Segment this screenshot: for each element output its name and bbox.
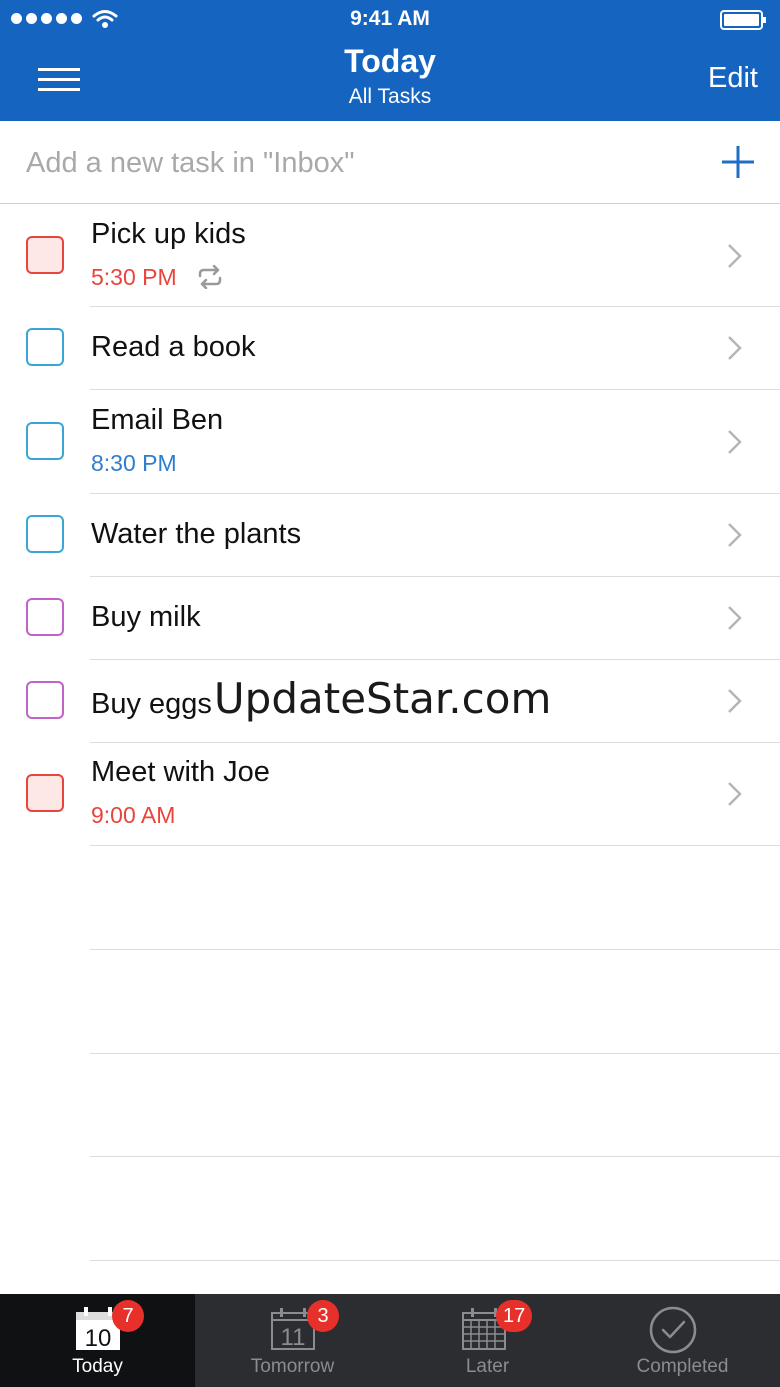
task-row[interactable]: Meet with Joe 9:00 AM: [0, 743, 780, 846]
task-row[interactable]: Water the plants: [0, 494, 780, 577]
empty-row-divider: [90, 1260, 780, 1261]
task-title: Buy eggsUpdateStar.com: [91, 674, 551, 723]
edit-button[interactable]: Edit: [708, 62, 758, 95]
task-checkbox[interactable]: [26, 598, 64, 636]
tab-tomorrow[interactable]: 11 3 Tomorrow: [195, 1294, 390, 1387]
task-checkbox[interactable]: [26, 422, 64, 460]
tab-label: Completed: [636, 1356, 729, 1377]
page-title: Today: [344, 43, 436, 79]
task-checkbox[interactable]: [26, 681, 64, 719]
status-bar: 9:41 AM: [0, 0, 780, 40]
chevron-right-icon: [728, 244, 742, 268]
task-checkbox[interactable]: [26, 236, 64, 274]
task-title: Meet with Joe: [91, 756, 270, 788]
tab-label: Today: [72, 1356, 123, 1377]
task-row[interactable]: Buy milk: [0, 577, 780, 660]
chevron-right-icon: [728, 430, 742, 454]
tab-badge: 17: [496, 1300, 533, 1332]
task-due-time: 8:30 PM: [91, 450, 177, 476]
task-title: Water the plants: [91, 518, 302, 550]
task-row[interactable]: Read a book: [0, 307, 780, 390]
header-title-group[interactable]: Today All Tasks: [0, 42, 780, 114]
chevron-right-icon: [728, 782, 742, 806]
status-time: 9:41 AM: [350, 7, 430, 30]
chevron-right-icon: [728, 336, 742, 360]
add-task-input[interactable]: [26, 141, 686, 185]
chevron-right-icon: [728, 606, 742, 630]
task-title: Buy milk: [91, 601, 201, 633]
tab-badge: 3: [307, 1300, 339, 1332]
tab-label: Tomorrow: [250, 1356, 335, 1377]
tab-later[interactable]: 17 Later: [390, 1294, 585, 1387]
empty-row-divider: [90, 1053, 780, 1054]
tab-completed[interactable]: Completed: [585, 1294, 780, 1387]
tab-bar: 10 7 Today 11 3 Tomorrow 17 Later Comple…: [0, 1294, 780, 1387]
battery-icon: [720, 10, 766, 30]
task-title: Pick up kids: [91, 218, 246, 250]
task-row[interactable]: Pick up kids 5:30 PM: [0, 204, 780, 307]
add-task-plus-icon[interactable]: [718, 142, 758, 182]
tab-label: Later: [465, 1356, 510, 1377]
calendar-tomorrow-number: 11: [281, 1324, 306, 1351]
tab-badge: 7: [112, 1300, 144, 1332]
task-title-text: Buy eggs: [91, 688, 212, 720]
task-title: Email Ben: [91, 404, 224, 436]
task-row[interactable]: Buy eggsUpdateStar.com: [0, 660, 780, 743]
add-task-row: [0, 121, 780, 204]
task-title: Read a book: [91, 331, 256, 363]
task-checkbox[interactable]: [26, 515, 64, 553]
page-subtitle: All Tasks: [348, 85, 432, 108]
chevron-right-icon: [728, 523, 742, 547]
repeat-icon: [198, 265, 222, 289]
tab-today[interactable]: 10 7 Today: [0, 1294, 195, 1387]
task-due-time: 5:30 PM: [91, 264, 177, 290]
watermark-text: UpdateStar.com: [213, 674, 552, 723]
header: 9:41 AM Today All Tasks Edit: [0, 0, 780, 121]
empty-row-divider: [90, 949, 780, 950]
chevron-right-icon: [728, 689, 742, 713]
task-checkbox[interactable]: [26, 328, 64, 366]
task-row[interactable]: Email Ben 8:30 PM: [0, 390, 780, 494]
empty-row-divider: [90, 1156, 780, 1157]
calendar-today-number: 10: [85, 1325, 112, 1352]
task-due-time: 9:00 AM: [91, 802, 176, 828]
checkmark-circle-icon: [649, 1306, 697, 1354]
task-checkbox[interactable]: [26, 774, 64, 812]
